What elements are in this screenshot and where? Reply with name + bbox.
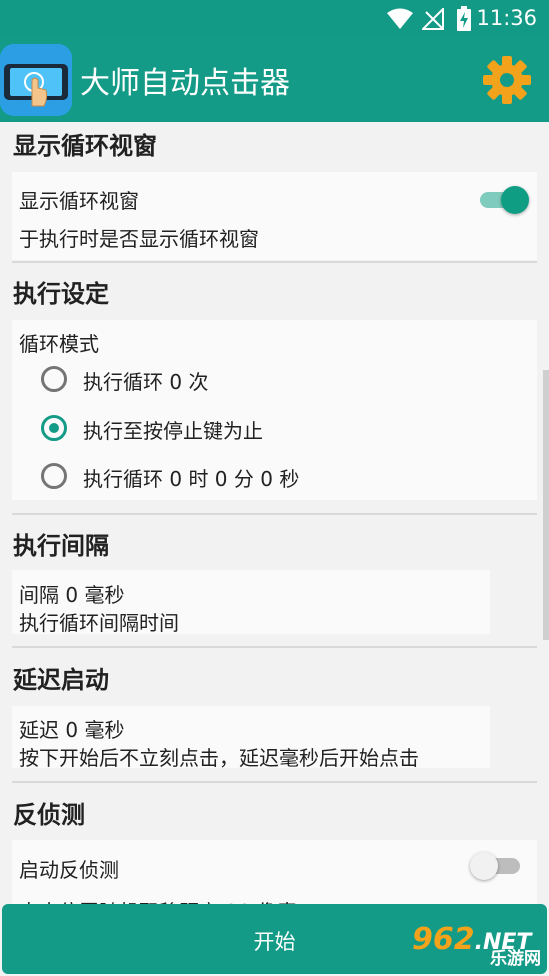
interval-value: 间隔 0 毫秒: [19, 583, 125, 607]
loop-window-desc: 于执行时是否显示循环视窗: [19, 227, 259, 251]
no-signal-icon: [422, 8, 444, 30]
battery-charging-icon: [457, 6, 471, 31]
app-title: 大师自动点击器: [80, 66, 290, 101]
switch-thumb: [501, 186, 529, 214]
divider: [12, 513, 537, 515]
app-bar: 大师自动点击器: [0, 38, 549, 122]
section-header-loop-window: 显示循环视窗: [13, 132, 157, 160]
divider: [12, 261, 537, 263]
status-bar: 11:36: [0, 0, 549, 38]
radio-button[interactable]: [41, 366, 67, 392]
anti-detect-desc: 点击位置随机飘移距离 20 像素: [19, 896, 297, 904]
execution-card: 循环模式 执行循环 0 次 执行至按停止键为止 执行循环 0 时 0 分 0 秒: [12, 320, 537, 500]
radio-label: 执行循环 0 次: [83, 370, 209, 394]
radio-button[interactable]: [41, 463, 67, 489]
section-header-anti-detect: 反侦测: [13, 801, 85, 829]
delay-value: 延迟 0 毫秒: [19, 718, 125, 742]
section-header-delay: 延迟启动: [13, 666, 109, 694]
section-header-execution: 执行设定: [13, 280, 109, 308]
delay-row[interactable]: 延迟 0 毫秒 按下开始后不立刻点击，延迟毫秒后开始点击: [12, 706, 490, 770]
divider: [12, 646, 537, 648]
wifi-icon: [387, 8, 413, 29]
section-header-interval: 执行间隔: [13, 532, 109, 560]
loop-window-title: 显示循环视窗: [19, 189, 139, 213]
status-time: 11:36: [476, 6, 537, 30]
watermark-sub: 乐游网: [490, 949, 541, 969]
divider: [12, 781, 537, 783]
interval-row[interactable]: 间隔 0 毫秒 执行循环间隔时间: [12, 570, 490, 635]
watermark-logo: 962.NET 乐游网: [408, 922, 546, 970]
radio-label: 执行至按停止键为止: [83, 419, 263, 443]
settings-gear-icon[interactable]: [482, 55, 532, 105]
loop-mode-label: 循环模式: [19, 332, 99, 356]
radio-label: 执行循环 0 时 0 分 0 秒: [83, 467, 300, 491]
scrollbar[interactable]: [543, 370, 549, 640]
switch-thumb: [470, 852, 498, 880]
loop-window-row[interactable]: 显示循环视窗 于执行时是否显示循环视窗: [12, 172, 537, 260]
interval-desc: 执行循环间隔时间: [19, 611, 179, 635]
radio-button-selected[interactable]: [41, 415, 67, 441]
app-logo-icon: [0, 44, 72, 116]
anti-detect-title: 启动反侦测: [19, 858, 119, 882]
anti-detect-row[interactable]: 启动反侦测 点击位置随机飘移距离 20 像素: [12, 840, 537, 904]
delay-desc: 按下开始后不立刻点击，延迟毫秒后开始点击: [19, 746, 419, 770]
settings-list[interactable]: 显示循环视窗 显示循环视窗 于执行时是否显示循环视窗 执行设定 循环模式 执行循…: [0, 122, 549, 904]
